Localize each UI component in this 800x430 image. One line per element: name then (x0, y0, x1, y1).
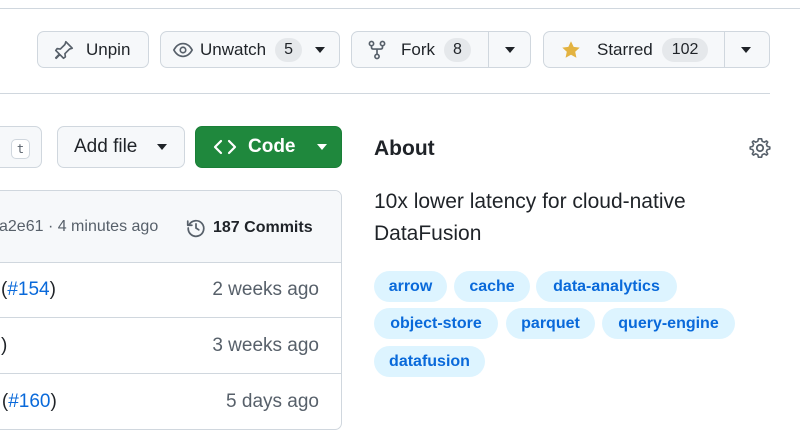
commit-age: 2 weeks ago (212, 279, 319, 300)
about-heading: About (374, 137, 435, 160)
chevron-down-icon[interactable] (315, 46, 326, 53)
pr-link[interactable]: #154 (7, 279, 49, 300)
pin-icon (54, 40, 74, 59)
history-icon (186, 219, 205, 238)
fork-button[interactable]: Fork 8 (351, 31, 531, 68)
fork-split-divider (488, 32, 489, 67)
watchers-count: 5 (275, 37, 303, 62)
commit-message: (#154) (1, 279, 56, 300)
unwatch-button[interactable]: Unwatch 5 (160, 31, 340, 68)
chevron-down-icon[interactable] (741, 47, 751, 53)
repo-description: 10x lower latency for cloud-native DataF… (374, 190, 686, 245)
file-row[interactable]: e (#160) 5 days ago (0, 375, 341, 429)
code-button[interactable]: Code (195, 126, 342, 168)
top-divider (0, 8, 800, 9)
topic-tag[interactable]: arrow (374, 271, 447, 302)
star-split-divider (724, 32, 725, 67)
eye-icon (172, 42, 194, 57)
unwatch-label: Unwatch (200, 39, 267, 59)
topic-tag[interactable]: datafusion (374, 346, 485, 377)
commits-count: 187 Commits (213, 219, 313, 236)
go-to-file-button[interactable]: t (0, 126, 42, 168)
header-divider (0, 93, 770, 94)
commits-link[interactable]: 187 Commits (185, 217, 313, 239)
latest-commit-meta[interactable]: a2e61 · 4 minutes ago (0, 218, 158, 236)
topic-tag[interactable]: data-analytics (536, 271, 677, 302)
latest-commit-bar: a2e61 · 4 minutes ago 187 Commits (0, 191, 341, 263)
topic-tag[interactable]: query-engine (602, 308, 735, 339)
chevron-down-icon (157, 144, 168, 150)
code-label: Code (248, 136, 296, 157)
fork-label: Fork (401, 39, 435, 59)
commit-age: 5 days ago (226, 391, 319, 412)
file-row[interactable]: ) 3 weeks ago (0, 319, 341, 374)
starred-button[interactable]: Starred 102 (543, 31, 770, 68)
keyboard-shortcut-t: t (11, 139, 30, 159)
file-row[interactable]: (#154) 2 weeks ago (0, 263, 341, 318)
add-file-label: Add file (74, 136, 138, 157)
topic-tag[interactable]: object-store (374, 308, 498, 339)
unpin-button[interactable]: Unpin (37, 31, 149, 68)
commit-message: ) (1, 335, 8, 356)
code-icon (213, 139, 237, 155)
forks-count: 8 (444, 37, 471, 62)
gear-icon[interactable] (748, 136, 772, 160)
chevron-down-icon[interactable] (505, 47, 515, 53)
chevron-down-icon (316, 144, 327, 150)
file-browser: a2e61 · 4 minutes ago 187 Commits (#154)… (0, 190, 342, 430)
star-fill-icon (562, 40, 580, 58)
commit-message: e (#160) (0, 391, 57, 412)
topic-tag[interactable]: cache (454, 271, 530, 302)
topic-tag[interactable]: parquet (506, 308, 595, 339)
commit-age: 3 weeks ago (212, 335, 319, 356)
repo-forked-icon (368, 40, 386, 59)
add-file-button[interactable]: Add file (57, 126, 185, 168)
stars-count: 102 (661, 37, 709, 62)
starred-label: Starred (597, 39, 653, 59)
unpin-label: Unpin (86, 39, 131, 59)
